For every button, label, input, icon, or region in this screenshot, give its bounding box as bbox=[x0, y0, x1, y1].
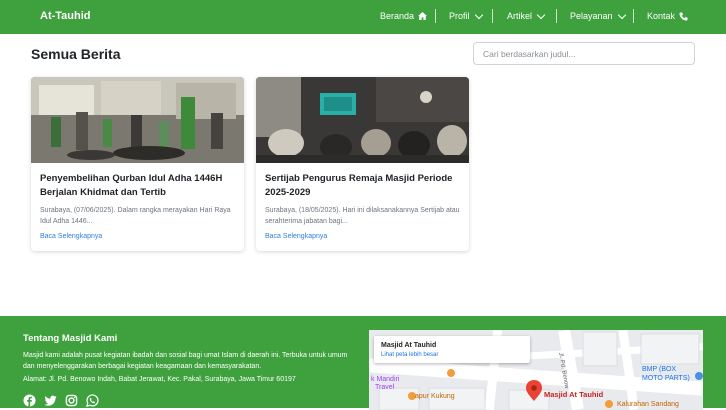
map-poi-label: apur Kukung bbox=[415, 393, 455, 400]
nav-label: Profil bbox=[449, 11, 470, 21]
read-more-link[interactable]: Baca Selengkapnya bbox=[265, 233, 327, 240]
facebook-icon[interactable] bbox=[23, 394, 36, 407]
map-larger-link[interactable]: Lihat peta lebih besar bbox=[381, 352, 438, 358]
search-input[interactable] bbox=[473, 42, 695, 65]
twitter-icon[interactable] bbox=[44, 394, 57, 407]
footer-address: Alamat: Jl. Pd. Benowo Indah, Babat Jera… bbox=[23, 376, 296, 383]
nav-divider bbox=[556, 9, 557, 23]
nav-label: Artikel bbox=[507, 11, 533, 21]
map-poi-label: Travel bbox=[375, 384, 395, 391]
read-more-link[interactable]: Baca Selengkapnya bbox=[40, 233, 102, 240]
home-icon bbox=[418, 12, 427, 20]
news-title[interactable]: Penyembelihan Qurban Idul Adha 1446H Ber… bbox=[40, 172, 240, 200]
brand-logo[interactable]: At-Tauhid bbox=[40, 10, 91, 22]
footer: Tentang Masjid Kami Masjid kami adalah p… bbox=[0, 316, 726, 410]
map-poi-label: BMP (BOX bbox=[642, 366, 677, 373]
map-poi-label: Kalurahan Sandang bbox=[617, 401, 679, 408]
map-poi-label: MOTO PARTS) bbox=[642, 375, 690, 382]
page-title: Semua Berita bbox=[31, 46, 121, 62]
news-title[interactable]: Sertijab Pengurus Remaja Masjid Periode … bbox=[265, 172, 465, 200]
map-pin-label: Masjid At Tauhid bbox=[544, 390, 604, 399]
news-excerpt: Surabaya, (18/05/2025). Hari ini dilaksa… bbox=[265, 207, 460, 225]
map-embed[interactable]: Masjid At Tauhid Lihat peta lebih besar … bbox=[369, 330, 703, 410]
news-card: Sertijab Pengurus Remaja Masjid Periode … bbox=[256, 77, 469, 251]
whatsapp-icon[interactable] bbox=[86, 394, 99, 407]
footer-description: Masjid kami adalah pusat kegiatan ibadah… bbox=[23, 352, 348, 370]
chevron-down-icon bbox=[536, 10, 546, 19]
chevron-down-icon bbox=[474, 10, 483, 19]
nav-item-pelayanan[interactable]: Pelayanan bbox=[570, 10, 626, 21]
nav-item-kontak[interactable]: Kontak bbox=[647, 11, 688, 21]
news-image-qurban[interactable] bbox=[31, 77, 244, 163]
map-info-card: Masjid At Tauhid Lihat peta lebih besar bbox=[374, 336, 530, 363]
phone-icon bbox=[679, 11, 688, 21]
nav-divider bbox=[633, 9, 634, 23]
news-image-sertijab[interactable] bbox=[256, 77, 469, 163]
nav-item-beranda[interactable]: Beranda bbox=[380, 11, 427, 21]
nav-item-artikel[interactable]: Artikel bbox=[507, 10, 546, 21]
nav-label: Kontak bbox=[647, 11, 676, 21]
nav-divider bbox=[435, 9, 436, 23]
map-poi-label: k Mandiri bbox=[371, 376, 400, 383]
map-place-name: Masjid At Tauhid bbox=[381, 342, 437, 349]
navbar: At-Tauhid Beranda Profil Artikel Pelayan… bbox=[0, 0, 726, 34]
nav-label: Beranda bbox=[380, 11, 415, 21]
nav-item-profil[interactable]: Profil bbox=[449, 10, 483, 21]
footer-title: Tentang Masjid Kami bbox=[23, 333, 118, 344]
instagram-icon[interactable] bbox=[65, 394, 78, 407]
news-excerpt: Surabaya, (07/06/2025). Dalam rangka mer… bbox=[40, 207, 231, 225]
nav-label: Pelayanan bbox=[570, 11, 613, 21]
nav-divider bbox=[492, 9, 493, 23]
news-card: Penyembelihan Qurban Idul Adha 1446H Ber… bbox=[31, 77, 244, 251]
chevron-down-icon bbox=[617, 10, 626, 19]
